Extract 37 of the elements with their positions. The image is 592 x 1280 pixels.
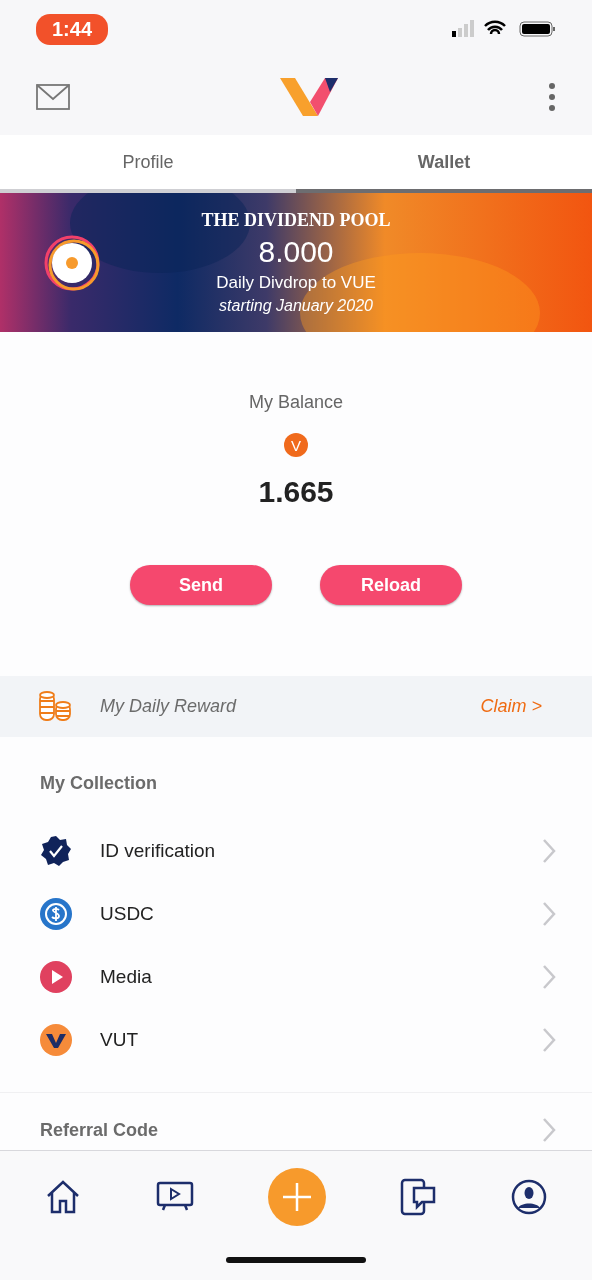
section-title: Referral Code [40, 1119, 159, 1141]
coins-icon [38, 690, 72, 723]
dollar-coin-icon [40, 898, 72, 931]
play-icon [40, 961, 72, 994]
balance-amount: 1.665 [258, 475, 334, 510]
chevron-right-icon [542, 838, 556, 865]
mail-icon[interactable] [36, 83, 70, 110]
chevron-right-icon [542, 1117, 556, 1144]
banner-note: starting January 2020 [219, 297, 373, 316]
currency-coin: V [284, 433, 308, 458]
status-time: 1:44 [36, 13, 109, 45]
chevron-right-icon [542, 901, 556, 928]
phone-chat-icon[interactable] [400, 1177, 437, 1216]
profile-icon[interactable] [510, 1178, 547, 1215]
signal-icon [452, 20, 474, 38]
more-icon[interactable] [548, 81, 556, 112]
action-button[interactable]: Reload [320, 565, 462, 606]
tv-play-icon[interactable] [155, 1180, 194, 1213]
section-title: My Collection [40, 772, 158, 794]
verified-badge-icon [40, 835, 72, 868]
reward-label: My Daily Reward [100, 695, 238, 717]
claim-link[interactable]: Claim > [480, 695, 542, 717]
collection-item[interactable]: Media [100, 966, 514, 989]
logo-icon [280, 77, 338, 116]
banner-subtitle: Daily Divdrop to VUE [216, 273, 376, 294]
chevron-right-icon [542, 964, 556, 991]
chevron-right-icon [542, 1027, 556, 1054]
collection-item[interactable]: USDC [100, 903, 514, 926]
banner-title: THE DIVIDEND POOL [201, 210, 391, 232]
action-button[interactable]: Send [130, 565, 272, 606]
wifi-icon [483, 20, 507, 36]
v-coin-icon [40, 1024, 72, 1057]
balance-label: My Balance [248, 392, 343, 414]
battery-icon [519, 21, 555, 37]
banner-amount: 8.000 [258, 235, 334, 270]
collection-item[interactable]: ID verification [100, 840, 514, 863]
collection-item[interactable]: VUT [100, 1029, 514, 1052]
